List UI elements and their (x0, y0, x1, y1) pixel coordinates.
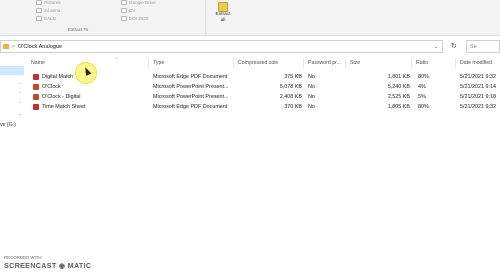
file-password: No (308, 74, 315, 80)
file-ratio: 5% (418, 94, 426, 100)
address-field[interactable]: > O'Clock Analogue ⌄ (0, 40, 443, 53)
ribbon-item-eoi-2020[interactable]: EOI 2020 (121, 16, 148, 21)
powerpoint-icon (33, 94, 39, 100)
extract-all-label-line2: all (220, 18, 226, 23)
screencast-watermark: RECORDED WITH SCREENCAST ◉ MATIC (4, 255, 124, 273)
ribbon-item-label: EOI 2020 (129, 16, 149, 21)
extract-all-icon (218, 2, 228, 12)
ribbon-item-label: CV (129, 8, 136, 13)
powerpoint-icon (33, 84, 39, 90)
breadcrumb-separator[interactable]: > (12, 44, 15, 50)
file-compressed-size: 375 KB (284, 74, 302, 80)
google-drive-icon (121, 0, 127, 5)
file-compressed-size: 5,078 KB (279, 84, 302, 90)
file-ratio: 80% (418, 74, 429, 80)
file-size: 1,801 KB (387, 74, 410, 80)
watermark-caption: RECORDED WITH (4, 255, 42, 260)
file-date: 5/21/2021 9:32 (460, 104, 496, 110)
folder-icon (121, 8, 127, 13)
file-name[interactable]: O'Clock (42, 82, 61, 92)
search-input[interactable]: Se (466, 40, 500, 53)
pin-icon: → (17, 80, 22, 86)
file-name[interactable]: O'Clock - Digital (42, 92, 80, 102)
ribbon-item-cv[interactable]: CV (121, 8, 135, 13)
column-header-compressed-size[interactable]: Compressed size (234, 58, 304, 68)
file-row[interactable]: Time Match Sheet Microsoft Edge PDF Docu… (27, 102, 500, 112)
file-row[interactable]: O'Clock - Digital Microsoft PowerPoint P… (27, 92, 500, 102)
refresh-button[interactable]: ↻ (451, 42, 457, 50)
ribbon-item-pictures[interactable]: Pictures (36, 0, 61, 5)
file-size: 2,525 KB (387, 94, 410, 100)
ribbon-item-label: ml.anna (44, 8, 61, 13)
column-header-ratio[interactable]: Ratio (412, 58, 456, 68)
pin-icon: → (17, 89, 22, 95)
file-ratio: 80% (418, 104, 429, 110)
ribbon-item-eald[interactable]: EALD (36, 16, 56, 21)
file-password: No (308, 104, 315, 110)
file-type: Microsoft PowerPoint Present... (153, 84, 229, 90)
pin-icon: → (17, 111, 22, 117)
file-compressed-size: 370 KB (284, 104, 302, 110)
ribbon-item-label: EALD (44, 16, 57, 21)
file-ratio: 4% (418, 84, 426, 90)
ribbon-divider (205, 0, 206, 34)
extract-all-button[interactable]: Extract all (211, 0, 235, 34)
navigation-pane: → → → → (0, 60, 27, 140)
address-dropdown-icon[interactable]: ⌄ (434, 44, 438, 50)
column-header-password[interactable]: Password pr... (304, 58, 346, 68)
ribbon-item-ml-anna[interactable]: ml.anna (36, 8, 60, 13)
file-compressed-size: 2,408 KB (279, 94, 302, 100)
ribbon-item-label: Pictures (44, 0, 61, 5)
breadcrumb-current[interactable]: O'Clock Analogue (18, 44, 62, 50)
ribbon: Pictures ml.anna EALD Google Drive CV EO… (0, 0, 500, 36)
file-row[interactable]: Digital Match Microsoft Edge PDF Documen… (27, 72, 500, 82)
column-header-date-modified[interactable]: Date modified (456, 58, 500, 68)
column-header-type[interactable]: Type (149, 58, 234, 68)
nav-selected-item[interactable] (0, 66, 24, 75)
ribbon-group-label: Extract To (68, 27, 89, 32)
file-row[interactable]: O'Clock Microsoft PowerPoint Present... … (27, 82, 500, 92)
file-type: Microsoft PowerPoint Present... (153, 94, 229, 100)
file-name[interactable]: Digital Match (42, 72, 73, 82)
folder-icon (121, 16, 127, 21)
file-password: No (308, 84, 315, 90)
file-size: 5,240 KB (387, 84, 410, 90)
file-type: Microsoft Edge PDF Document (153, 104, 228, 110)
folder-icon (36, 8, 42, 13)
column-header-row: ⌃ Name Type Compressed size Password pr.… (27, 57, 500, 68)
file-date: 5/21/2021 9:18 (460, 94, 496, 100)
pictures-folder-icon (36, 0, 42, 5)
file-password: No (308, 94, 315, 100)
file-name[interactable]: Time Match Sheet (42, 102, 86, 112)
nav-item-drive-g[interactable]: ve (G:) (0, 122, 16, 128)
file-date: 5/21/2021 9:14 (460, 84, 496, 90)
pdf-icon (33, 104, 39, 110)
column-header-size[interactable]: Size (346, 58, 412, 68)
file-size: 1,805 KB (387, 104, 410, 110)
pdf-icon (33, 74, 39, 80)
ribbon-item-google-drive[interactable]: Google Drive (121, 0, 156, 5)
watermark-logo-text: SCREENCAST ◉ MATIC (4, 261, 92, 270)
folder-icon (36, 16, 42, 21)
file-type: Microsoft Edge PDF Document (153, 74, 228, 80)
file-date: 5/21/2021 9:32 (460, 74, 496, 80)
folder-icon (3, 44, 9, 49)
pin-icon: → (17, 99, 22, 105)
ribbon-item-label: Google Drive (129, 0, 156, 5)
address-bar-row: > O'Clock Analogue ⌄ ↻ Se (0, 40, 500, 53)
